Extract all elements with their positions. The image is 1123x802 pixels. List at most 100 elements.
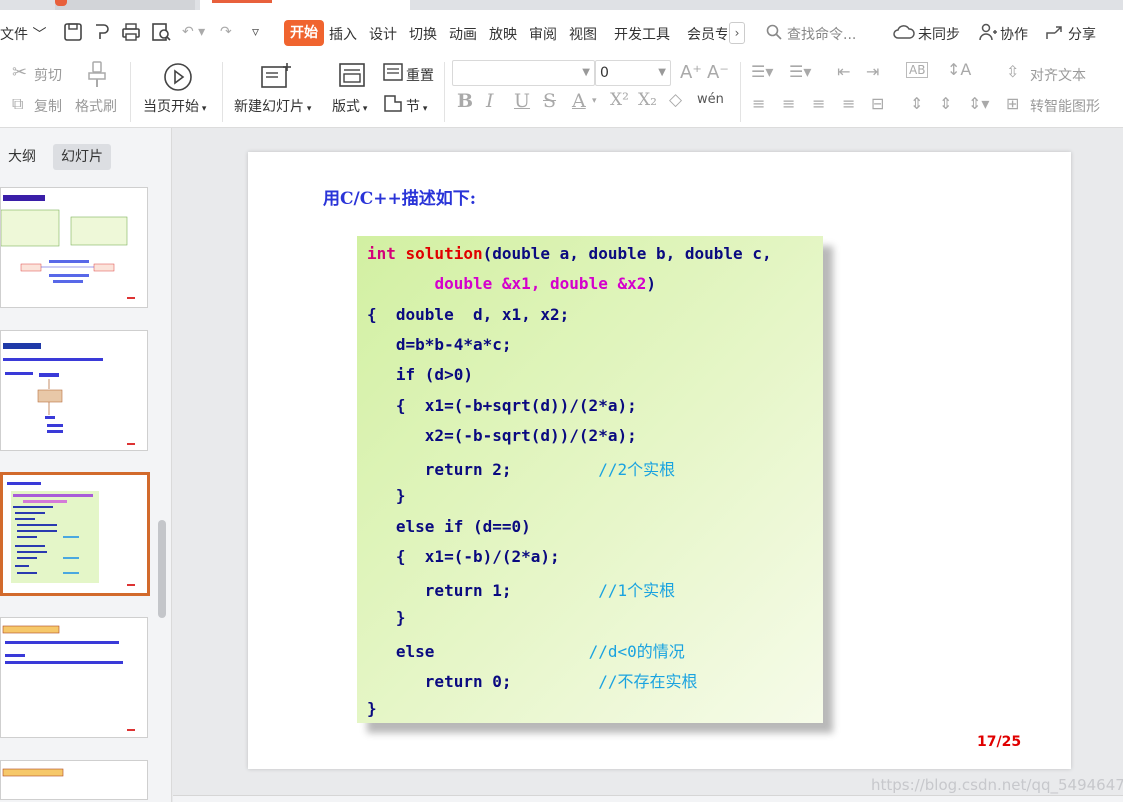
code-line: } bbox=[367, 699, 377, 718]
tab-slideshow[interactable]: 放映 bbox=[489, 24, 517, 44]
justify-icon[interactable]: ≡ bbox=[842, 94, 855, 113]
code-line: int solution(double a, double b, double … bbox=[367, 244, 772, 263]
eraser-icon[interactable]: ◇ bbox=[669, 90, 682, 110]
decrease-indent-icon[interactable]: ⇤ bbox=[837, 62, 850, 81]
code-line: { x1=(-b)/(2*a); bbox=[367, 547, 560, 566]
font-name-select[interactable]: ▼ bbox=[452, 60, 595, 86]
decrease-font-icon[interactable]: A⁻ bbox=[707, 62, 729, 83]
copy-button[interactable]: 复制 bbox=[34, 96, 62, 116]
tab-devtools[interactable]: 开发工具 bbox=[614, 24, 670, 44]
line-spacing-icon[interactable]: ⇕ bbox=[910, 94, 923, 113]
layout-button[interactable]: 版式 ▾ bbox=[332, 96, 367, 116]
play-from-current-label: 当页开始 bbox=[143, 99, 199, 115]
slide-thumbnail-preview bbox=[7, 482, 135, 586]
paragraph-spacing-icon[interactable]: ⇕ bbox=[939, 94, 952, 113]
title-bar bbox=[0, 0, 1123, 10]
scissors-icon: ✂ bbox=[12, 62, 28, 83]
tab-transition[interactable]: 切换 bbox=[409, 24, 437, 44]
smart-shape-button[interactable]: 转智能图形 bbox=[1030, 96, 1100, 116]
output-icon[interactable] bbox=[92, 22, 114, 42]
font-color-icon[interactable]: A bbox=[572, 90, 586, 112]
bold-icon[interactable]: B bbox=[457, 90, 473, 112]
code-line: } bbox=[367, 608, 406, 627]
more-tabs-chevron-icon[interactable]: › bbox=[729, 22, 745, 44]
code-token: { double d, x1, x2; bbox=[367, 304, 570, 324]
slide-thumbnail[interactable] bbox=[0, 760, 148, 800]
doc-tab-other[interactable] bbox=[55, 0, 195, 10]
slide-thumbnail[interactable] bbox=[0, 617, 148, 738]
underline-icon[interactable]: U bbox=[514, 90, 530, 112]
tab-slides[interactable]: 幻灯片 bbox=[53, 144, 111, 170]
tab-view[interactable]: 视图 bbox=[569, 24, 597, 44]
code-token: ) bbox=[646, 274, 656, 294]
share-button[interactable]: 分享 bbox=[1068, 24, 1096, 44]
print-preview-icon[interactable] bbox=[150, 22, 172, 42]
divider bbox=[740, 62, 741, 122]
strikethrough-icon[interactable]: S bbox=[543, 90, 556, 112]
play-from-current-button[interactable]: 当页开始 ▾ bbox=[143, 96, 206, 116]
search-input[interactable]: 查找命令... bbox=[787, 24, 856, 44]
slide-thumbnail[interactable] bbox=[0, 187, 148, 308]
slide-panel: 大纲 幻灯片 bbox=[0, 128, 172, 802]
cut-button[interactable]: 剪切 bbox=[34, 65, 62, 85]
chevron-down-icon[interactable]: ▾ bbox=[592, 96, 597, 106]
numbering-icon[interactable]: ☰▾ bbox=[789, 62, 811, 81]
code-token: { x1=(-b+sqrt(d))/(2*a); bbox=[367, 395, 637, 415]
tab-outline[interactable]: 大纲 bbox=[0, 144, 44, 170]
text-direction-icon[interactable]: AB bbox=[906, 62, 929, 78]
tab-animation[interactable]: 动画 bbox=[449, 24, 477, 44]
increase-indent-icon[interactable]: ⇥ bbox=[866, 62, 879, 81]
bullets-icon[interactable]: ☰▾ bbox=[751, 62, 773, 81]
quick-access-dropdown-icon[interactable]: ▿ bbox=[252, 24, 259, 40]
notes-pane[interactable] bbox=[173, 795, 1123, 802]
save-icon[interactable] bbox=[62, 22, 84, 42]
slide-thumbnail[interactable] bbox=[0, 330, 148, 451]
column-spacing-icon[interactable]: ⇕▾ bbox=[968, 94, 989, 113]
new-slide-icon bbox=[261, 63, 291, 88]
tab-start[interactable]: 开始 bbox=[284, 20, 324, 46]
sort-icon[interactable]: ↕A bbox=[947, 60, 971, 79]
code-line: else //d<0的情况 bbox=[367, 638, 685, 662]
menu-bar: 文件 ﹀ ↶ ▾ ↷ ▿ 开始 插入 设计 切换 动画 放映 审阅 视图 开发工… bbox=[0, 10, 1123, 56]
align-text-icon: ⇳ bbox=[1006, 62, 1020, 81]
slide-panel-scrollbar[interactable] bbox=[158, 520, 166, 618]
slide-thumbnail-preview bbox=[0, 195, 135, 299]
distribute-icon[interactable]: ⊟ bbox=[871, 94, 884, 113]
reset-button[interactable]: 重置 bbox=[406, 65, 434, 85]
align-right-icon[interactable]: ≡ bbox=[812, 94, 825, 113]
new-slide-button[interactable]: 新建幻灯片 ▾ bbox=[234, 96, 311, 116]
menu-file[interactable]: 文件 ﹀ bbox=[0, 24, 46, 44]
layout-label: 版式 bbox=[332, 99, 360, 115]
sync-status[interactable]: 未同步 bbox=[918, 24, 960, 44]
print-icon[interactable] bbox=[120, 22, 142, 42]
align-text-button[interactable]: 对齐文本 bbox=[1030, 65, 1086, 85]
align-center-icon[interactable]: ≡ bbox=[782, 94, 795, 113]
current-slide[interactable]: 用C/C++描述如下: int solution(double a, doubl… bbox=[248, 152, 1071, 769]
code-token: int bbox=[367, 244, 406, 263]
tab-review[interactable]: 审阅 bbox=[529, 24, 557, 44]
increase-font-icon[interactable]: A⁺ bbox=[680, 62, 702, 83]
font-size-select[interactable]: 0 ▼ bbox=[595, 60, 671, 86]
redo-icon[interactable]: ↷ bbox=[220, 24, 232, 40]
code-block[interactable]: int solution(double a, double b, double … bbox=[357, 236, 823, 723]
app-icon bbox=[55, 0, 67, 6]
tab-design[interactable]: 设计 bbox=[369, 24, 397, 44]
code-comment: //不存在实根 bbox=[598, 672, 698, 692]
subscript-icon[interactable]: X₂ bbox=[638, 90, 657, 110]
collaborate-button[interactable]: 协作 bbox=[1000, 24, 1028, 44]
tab-insert[interactable]: 插入 bbox=[329, 24, 357, 44]
divider bbox=[444, 62, 445, 122]
undo-icon[interactable]: ↶ ▾ bbox=[182, 24, 205, 40]
format-painter-button[interactable]: 格式刷 bbox=[75, 96, 117, 116]
doc-tab-active[interactable] bbox=[200, 0, 410, 10]
superscript-icon[interactable]: X² bbox=[610, 90, 629, 110]
align-left-icon[interactable]: ≡ bbox=[752, 94, 765, 113]
italic-icon[interactable]: I bbox=[486, 90, 494, 112]
slide-thumbnail-selected[interactable] bbox=[0, 472, 150, 596]
code-line: else if (d==0) bbox=[367, 517, 531, 536]
phonetic-guide-icon[interactable]: wén bbox=[697, 92, 724, 107]
slide-title[interactable]: 用C/C++描述如下: bbox=[323, 184, 476, 209]
tab-member[interactable]: 会员专 bbox=[687, 24, 727, 44]
layout-icon bbox=[339, 63, 365, 87]
section-button[interactable]: 节 ▾ bbox=[406, 96, 427, 116]
